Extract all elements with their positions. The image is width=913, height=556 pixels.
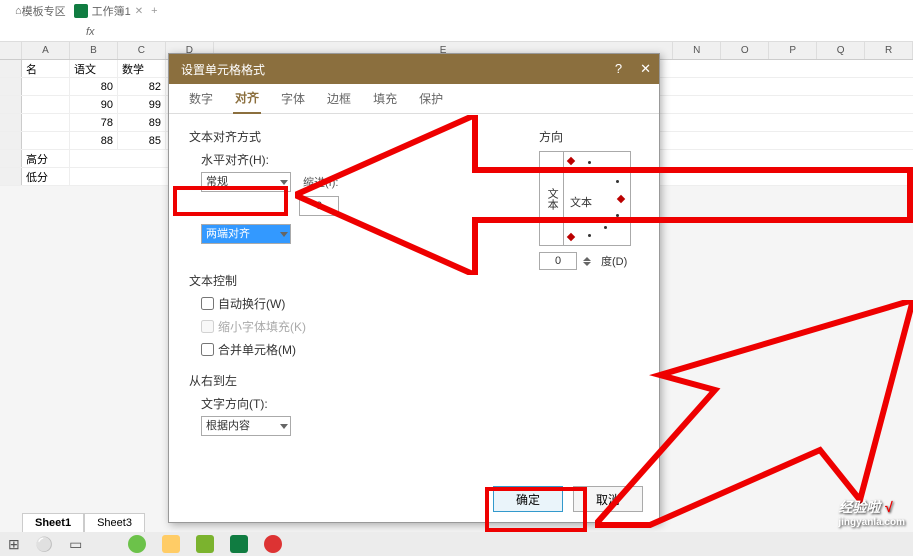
shrink-label: 缩小字体填充(K) [218, 318, 306, 335]
edge-icon[interactable] [128, 535, 146, 553]
dialog-body: 文本对齐方式 水平对齐(H): 常规 缩进(I): 垂直对齐(V): 0 两端对… [169, 114, 659, 482]
close-icon[interactable]: ✕ [640, 61, 651, 77]
watermark: 经验啦 √ jingyanla.com [838, 497, 905, 528]
tab-border[interactable]: 边框 [325, 84, 353, 113]
max-label[interactable]: 高分 [22, 150, 70, 167]
workbook-tab-label: 工作簿1 [92, 3, 131, 19]
cancel-button[interactable]: 取消 [573, 486, 643, 512]
text-control-label: 文本控制 [189, 272, 639, 289]
degree-input[interactable]: 0 [539, 252, 577, 270]
sheet-tab-3[interactable]: Sheet3 [84, 513, 145, 532]
search-icon[interactable]: ⚪ [36, 536, 53, 553]
wrap-label: 自动换行(W) [218, 295, 285, 312]
col-r[interactable]: R [865, 42, 913, 59]
tab-number[interactable]: 数字 [187, 84, 215, 113]
add-tab-icon[interactable]: + [151, 5, 157, 17]
orientation-dial[interactable]: 文本 [564, 152, 630, 245]
document-tabs: ⌂ 模板专区 工作簿1 ✕ + [0, 0, 913, 22]
task-view-icon[interactable]: ▭ [69, 536, 82, 553]
merge-checkbox-row: 合并单元格(M) [201, 341, 639, 358]
dialog-tabs: 数字 对齐 字体 边框 填充 保护 [169, 84, 659, 114]
select-all[interactable] [0, 42, 22, 59]
merge-label: 合并单元格(M) [218, 341, 296, 358]
tab-protection[interactable]: 保护 [417, 84, 445, 113]
v-align-combo[interactable]: 两端对齐 [201, 224, 291, 244]
shrink-checkbox [201, 320, 214, 333]
col-p[interactable]: P [769, 42, 817, 59]
tab-alignment[interactable]: 对齐 [233, 83, 261, 114]
netease-icon[interactable] [264, 535, 282, 553]
ok-button[interactable]: 确定 [493, 486, 563, 512]
min-label[interactable]: 低分 [22, 168, 70, 185]
col-o[interactable]: O [721, 42, 769, 59]
merge-checkbox[interactable] [201, 343, 214, 356]
format-cells-dialog: 设置单元格格式 ? ✕ 数字 对齐 字体 边框 填充 保护 文本对齐方式 水平对… [168, 53, 660, 523]
start-icon[interactable]: ⊞ [8, 536, 20, 553]
col-q[interactable]: Q [817, 42, 865, 59]
orientation-label: 方向 [539, 128, 631, 145]
orientation-vertical: 文本 [540, 152, 564, 245]
dialog-title: 设置单元格格式 [181, 61, 265, 78]
help-icon[interactable]: ? [615, 61, 622, 77]
rtl-section-label: 从右到左 [189, 372, 639, 389]
header-name[interactable]: 名 [22, 60, 70, 77]
text-dir-combo[interactable]: 根据内容 [201, 416, 291, 436]
col-b[interactable]: B [70, 42, 118, 59]
close-tab-icon[interactable]: ✕ [135, 6, 143, 17]
watermark-brand: 经验啦 [838, 499, 880, 515]
text-dir-label: 文字方向(T): [201, 395, 639, 412]
template-tab[interactable]: ⌂ 模板专区 [15, 3, 66, 19]
fx-label[interactable]: fx [80, 26, 101, 38]
sheet-tabs: Sheet1 Sheet3 [22, 513, 145, 532]
tab-fill[interactable]: 填充 [371, 84, 399, 113]
formula-bar: fx [0, 22, 913, 42]
home-icon: ⌂ [15, 5, 22, 17]
h-align-combo[interactable]: 常规 [201, 172, 291, 192]
excel-taskbar-icon[interactable] [230, 535, 248, 553]
row-header[interactable] [0, 60, 22, 77]
wechat-icon[interactable] [196, 535, 214, 553]
degree-label: 度(D) [601, 253, 627, 269]
excel-icon [74, 4, 88, 18]
header-chinese[interactable]: 语文 [70, 60, 118, 77]
template-tab-label: 模板专区 [22, 3, 66, 19]
shrink-checkbox-row: 缩小字体填充(K) [201, 318, 639, 335]
orientation-group: 方向 文本 文本 0 [539, 128, 631, 270]
orientation-box[interactable]: 文本 文本 [539, 151, 631, 246]
explorer-icon[interactable] [162, 535, 180, 553]
col-n[interactable]: N [673, 42, 721, 59]
indent-label: 缩进(I): [303, 174, 338, 190]
col-a[interactable]: A [22, 42, 70, 59]
workbook-tab[interactable]: 工作簿1 ✕ [74, 3, 144, 19]
col-c[interactable]: C [118, 42, 166, 59]
dialog-footer: 确定 取消 [493, 486, 643, 512]
wrap-checkbox[interactable] [201, 297, 214, 310]
taskbar: ⊞ ⚪ ▭ [0, 532, 913, 556]
sheet-tab-1[interactable]: Sheet1 [22, 513, 84, 532]
watermark-site: jingyanla.com [838, 517, 905, 528]
check-icon: √ [884, 499, 892, 515]
indent-spinner[interactable]: 0 [299, 196, 339, 216]
dialog-titlebar[interactable]: 设置单元格格式 ? ✕ [169, 54, 659, 84]
header-math[interactable]: 数学 [118, 60, 166, 77]
tab-font[interactable]: 字体 [279, 84, 307, 113]
wrap-checkbox-row: 自动换行(W) [201, 295, 639, 312]
